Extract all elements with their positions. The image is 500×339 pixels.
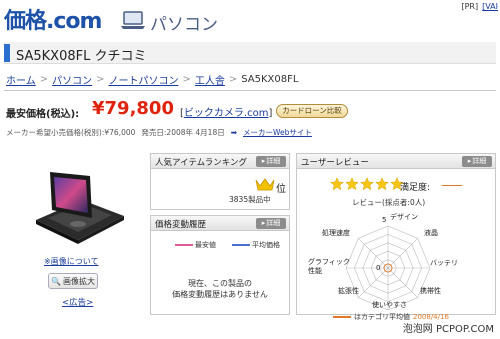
shop-link[interactable]: ビックカメラ.com: [184, 108, 269, 119]
laptop-icon: [121, 11, 145, 29]
ad-link[interactable]: <広告>: [62, 296, 93, 308]
history-panel-title: 価格変動履歴: [155, 220, 207, 230]
logo-brand: 価格: [4, 9, 47, 34]
watermark: 泡泡网 PCPOP.COM: [402, 324, 494, 335]
breadcrumb-notebook[interactable]: ノートパソコン: [108, 72, 178, 87]
title-accent: [4, 44, 10, 62]
zoom-image-button[interactable]: 🔍 画像拡大: [48, 273, 98, 289]
radar-label-design: デザイン: [390, 213, 418, 221]
price-value: ¥79,800: [92, 98, 174, 119]
rank-count: 3835製品中: [229, 195, 271, 204]
breadcrumb-current: SA5KX08FL: [241, 74, 299, 85]
history-empty-line1: 現在、この製品の: [188, 279, 252, 288]
release-date: 発売日:2008年 4月18日: [141, 128, 225, 137]
zoom-label: 画像拡大: [62, 276, 95, 286]
breadcrumb-maker[interactable]: 工人舎: [195, 72, 225, 87]
legend-min-price: 最安値: [175, 240, 216, 250]
price-label: 最安価格(税込):: [6, 109, 80, 120]
star-icon: [345, 177, 359, 191]
radar-scale-max: 5: [382, 216, 387, 224]
review-radar-chart: 5 0 デザイン 液晶 バッテリ 携帯性 使いやすさ 拡張性 グラフィック性能 …: [308, 212, 486, 322]
history-panel-header: 価格変動履歴 詳細: [151, 216, 289, 231]
radar-label-lcd: 液晶: [424, 229, 438, 237]
breadcrumb-separator: >: [182, 74, 191, 85]
image-note-link[interactable]: ※画像について: [44, 256, 98, 267]
divider: [4, 90, 496, 91]
satisfaction-empty-value: [442, 185, 462, 186]
category-average-swatch: [333, 316, 351, 318]
category-average-label: はカテゴリ平均値: [354, 313, 410, 321]
maker-website-link[interactable]: メーカーWebサイト: [243, 127, 312, 138]
ranking-panel-header: 人気アイテムランキング 詳細: [151, 154, 289, 169]
page-title: SA5KX08FL クチコミ: [16, 49, 147, 64]
legend-min-swatch: [175, 244, 193, 246]
vaio-link[interactable]: [VAI: [482, 2, 498, 11]
review-panel-header: ユーザーレビュー 詳細: [297, 154, 495, 169]
breadcrumb-separator: >: [39, 74, 49, 85]
site-logo[interactable]: 価格.com: [4, 6, 102, 34]
breadcrumb-separator: >: [96, 74, 105, 85]
magnifier-icon: 🔍: [51, 276, 61, 286]
history-empty-message: 現在、この製品の 価格変動履歴はありません: [160, 278, 280, 300]
radar-label-expandability: 拡張性: [338, 287, 359, 295]
radar-label-portability: 携帯性: [420, 287, 441, 295]
rank-value: 位: [276, 184, 286, 195]
shop-link-wrapper: [ビックカメラ.com]: [180, 104, 272, 119]
breadcrumb-pc[interactable]: パソコン: [52, 72, 92, 87]
review-detail-button[interactable]: 詳細: [462, 156, 492, 167]
radar-label-graphics: グラフィック性能: [308, 258, 350, 275]
star-icon: [360, 177, 374, 191]
breadcrumb-home[interactable]: ホーム: [6, 72, 36, 87]
product-image[interactable]: [28, 160, 128, 250]
legend-avg-swatch: [232, 244, 250, 246]
legend-avg-label: 平均価格: [252, 241, 280, 249]
history-empty-line2: 価格変動履歴はありません: [172, 290, 268, 299]
review-panel-title: ユーザーレビュー: [301, 158, 369, 168]
radar-label-speed: 処理速度: [322, 229, 350, 237]
price-history-panel: 価格変動履歴 詳細: [150, 215, 290, 315]
radar-scale-min: 0: [376, 264, 381, 272]
ranking-detail-button[interactable]: 詳細: [256, 156, 286, 167]
logo-suffix: .com: [46, 9, 102, 34]
product-meta: メーカー希望小売価格(税別):¥76,000 発売日:2008年 4月18日 ➡…: [6, 127, 312, 138]
shop-bracket-close: ]: [268, 108, 273, 119]
radar-label-usability: 使いやすさ: [372, 301, 407, 309]
breadcrumb-separator: >: [228, 74, 238, 85]
satisfaction-label: 満足度:: [400, 183, 431, 193]
review-count: レビュー(採点者:0人): [352, 198, 426, 207]
card-loan-button[interactable]: カードローン比較: [276, 104, 348, 118]
header-links: [PR] [VAI: [457, 2, 498, 11]
rating-stars: [330, 177, 404, 191]
star-icon: [375, 177, 389, 191]
section-label[interactable]: パソコン: [150, 10, 218, 35]
breadcrumb: ホーム > パソコン > ノートパソコン > 工人舎 > SA5KX08FL: [6, 72, 298, 87]
arrow-right-icon: ➡: [230, 128, 238, 137]
history-detail-button[interactable]: 詳細: [256, 218, 286, 229]
pr-link[interactable]: [PR]: [461, 2, 478, 11]
msrp-text: メーカー希望小売価格(税別):¥76,000: [6, 128, 136, 137]
radar-label-battery: バッテリ: [430, 259, 458, 267]
star-icon: [330, 177, 344, 191]
crown-icon: [255, 178, 275, 191]
legend-avg-price: 平均価格: [232, 240, 280, 250]
legend-min-label: 最安値: [195, 241, 216, 249]
ranking-panel-title: 人気アイテムランキング: [155, 158, 247, 168]
